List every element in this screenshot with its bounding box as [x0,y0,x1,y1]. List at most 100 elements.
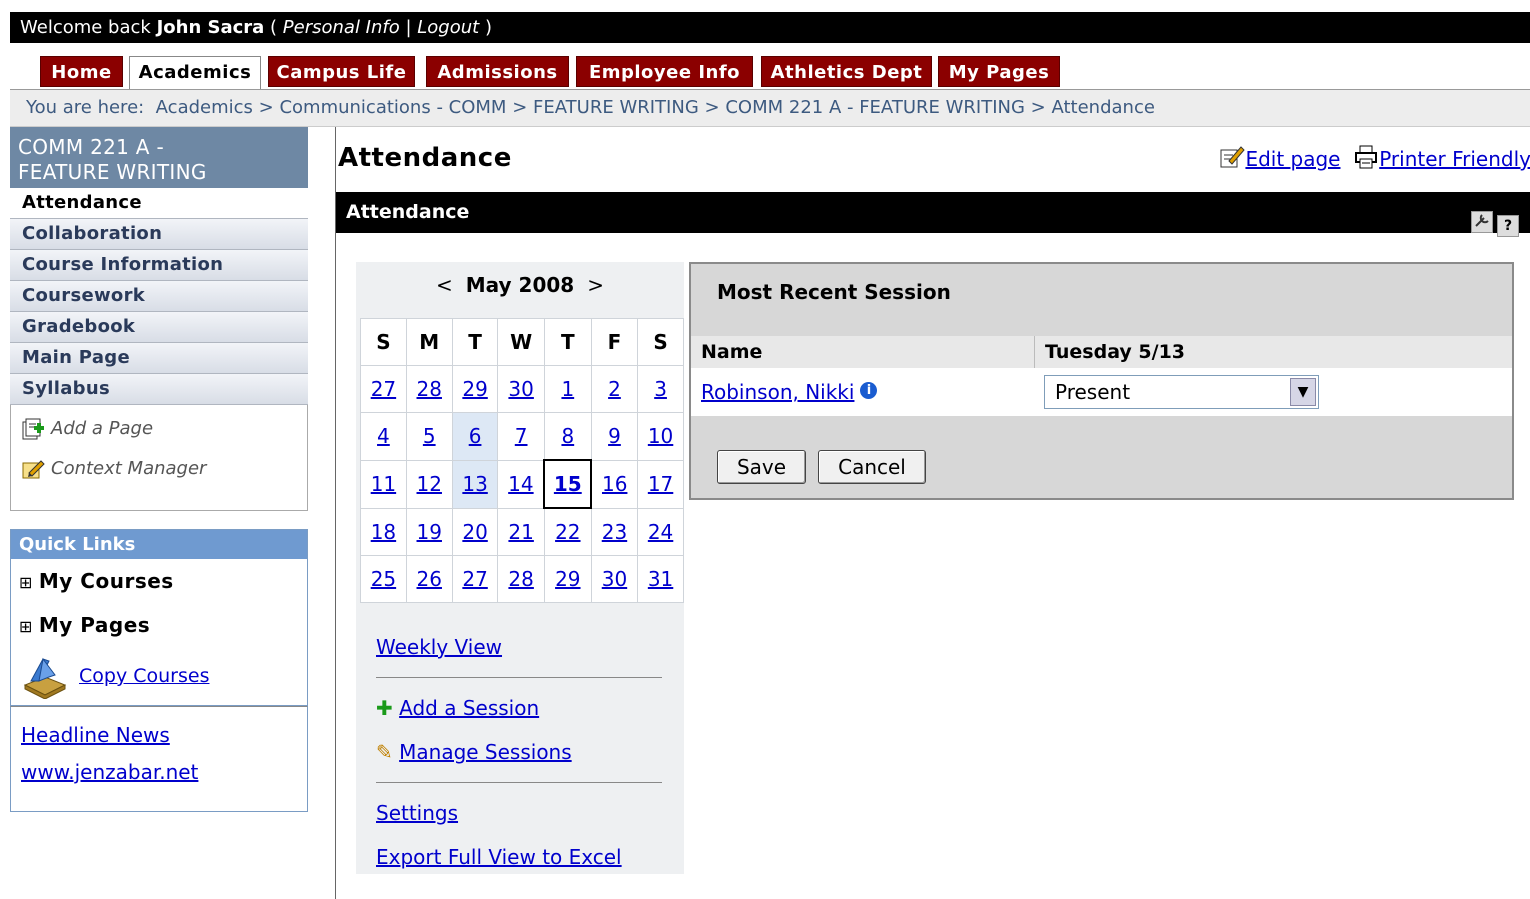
calendar-day: 12 [405,459,453,509]
day-link[interactable]: 2 [608,377,621,401]
tab-admissions[interactable]: Admissions [426,56,569,87]
day-link[interactable]: 26 [417,567,442,591]
copy-courses-link[interactable]: Copy Courses [79,665,209,687]
weekday-header: F [590,318,639,366]
day-link[interactable]: 25 [371,567,396,591]
breadcrumb-attendance: Attendance [1051,97,1155,118]
day-link[interactable]: 30 [602,567,627,591]
sidebar-item-gradebook[interactable]: Gradebook [10,312,308,343]
day-link[interactable]: 1 [561,377,574,401]
day-link[interactable]: 7 [515,424,528,448]
sidebar-item-main-page[interactable]: Main Page [10,343,308,374]
expand-icon[interactable]: ⊞ [19,573,33,592]
next-month-button[interactable]: > [581,273,610,297]
day-link[interactable]: 17 [648,472,673,496]
calendar-day: 5 [405,412,453,461]
welcome-bar: Welcome back John Sacra ( Personal Info … [10,12,1530,43]
portlet-settings-icon[interactable] [1471,211,1493,233]
logout-link[interactable]: Logout [417,17,479,38]
printer-icon[interactable] [1353,145,1379,169]
calendar-day: 30 [497,365,545,413]
quick-link-my-pages[interactable]: ⊞ My Pages [11,603,307,647]
edit-page-link[interactable]: Edit page [1245,147,1340,171]
sidebar-item-coursework[interactable]: Coursework [10,281,308,312]
day-link[interactable]: 15 [554,472,582,496]
news-links: Headline News www.jenzabar.net [10,706,308,812]
day-link[interactable]: 20 [462,520,487,544]
day-link[interactable]: 19 [417,520,442,544]
tab-my-pages[interactable]: My Pages [938,56,1060,87]
sidebar-item-course-information[interactable]: Course Information [10,250,308,281]
day-link[interactable]: 3 [654,377,667,401]
jenzabar-link[interactable]: www.jenzabar.net [21,760,198,784]
chevron-down-icon[interactable]: ▼ [1290,378,1316,406]
personal-info-link[interactable]: Personal Info [283,17,400,38]
day-link[interactable]: 29 [555,567,580,591]
save-button[interactable]: Save [717,450,806,484]
export-excel-link[interactable]: Export Full View to Excel [376,845,622,869]
day-link[interactable]: 4 [377,424,390,448]
day-link[interactable]: 29 [462,377,487,401]
cancel-button[interactable]: Cancel [818,450,926,484]
tab-home[interactable]: Home [40,56,123,87]
day-link[interactable]: 11 [371,472,396,496]
tab-campus-life[interactable]: Campus Life [268,56,415,87]
day-link[interactable]: 18 [371,520,396,544]
add-page-icon [21,417,45,441]
day-link[interactable]: 10 [648,424,673,448]
day-link[interactable]: 30 [508,377,533,401]
day-link[interactable]: 21 [508,520,533,544]
manage-sessions-link[interactable]: Manage Sessions [399,740,572,764]
settings-link[interactable]: Settings [376,801,458,825]
day-link[interactable]: 9 [608,424,621,448]
calendar-day: 28 [497,555,545,603]
day-link[interactable]: 13 [462,472,487,496]
attendance-status-select[interactable]: Present ▼ [1044,375,1319,409]
day-link[interactable]: 24 [648,520,673,544]
sidebar-item-syllabus[interactable]: Syllabus [10,374,308,405]
main-content: Attendance Edit page Printer Friendly At… [335,127,1530,899]
quick-link-my-courses[interactable]: ⊞ My Courses [11,559,307,603]
sidebar-item-collaboration[interactable]: Collaboration [10,219,308,250]
day-link[interactable]: 23 [602,520,627,544]
day-link[interactable]: 5 [423,424,436,448]
day-link[interactable]: 27 [371,377,396,401]
weekly-view-link[interactable]: Weekly View [376,635,502,659]
help-icon[interactable]: ? [1497,215,1519,237]
day-link[interactable]: 12 [417,472,442,496]
printer-friendly-link[interactable]: Printer Friendly [1379,147,1530,171]
tab-athletics-dept[interactable]: Athletics Dept [761,56,932,87]
sidebar: COMM 221 A - FEATURE WRITING Attendance … [10,127,308,812]
day-link[interactable]: 22 [555,520,580,544]
breadcrumb-academics[interactable]: Academics [156,97,253,118]
day-link[interactable]: 28 [508,567,533,591]
calendar-day: 25 [360,555,407,603]
context-manager-tool[interactable]: Context Manager [11,453,307,493]
day-link[interactable]: 14 [508,472,533,496]
breadcrumb-communications[interactable]: Communications - COMM [279,97,506,118]
add-page-tool[interactable]: Add a Page [11,413,307,453]
student-name-link[interactable]: Robinson, Nikki [701,380,854,404]
calendar-day: 29 [451,365,499,413]
day-link[interactable]: 28 [417,377,442,401]
calendar-day: 27 [451,555,499,603]
tab-employee-info[interactable]: Employee Info [576,56,753,87]
edit-page-icon[interactable] [1219,145,1246,169]
portlet-header: Attendance ? [336,192,1530,237]
expand-icon[interactable]: ⊞ [19,617,33,636]
sidebar-item-attendance[interactable]: Attendance [10,188,308,219]
calendar-grid: S M T W T F S 27 28 29 30 1 2 3 4 5 6 7 … [360,318,684,603]
headline-news-link[interactable]: Headline News [21,723,170,747]
prev-month-button[interactable]: < [430,273,459,297]
breadcrumb-feature-writing[interactable]: FEATURE WRITING [533,97,699,118]
day-link[interactable]: 31 [648,567,673,591]
day-link[interactable]: 6 [469,424,482,448]
day-link[interactable]: 16 [602,472,627,496]
breadcrumb-course[interactable]: COMM 221 A - FEATURE WRITING [725,97,1025,118]
tab-academics[interactable]: Academics [129,56,261,90]
add-session-link[interactable]: Add a Session [399,696,539,720]
info-icon[interactable]: i [860,382,878,399]
course-title: COMM 221 A - FEATURE WRITING [10,127,308,188]
day-link[interactable]: 27 [462,567,487,591]
day-link[interactable]: 8 [561,424,574,448]
